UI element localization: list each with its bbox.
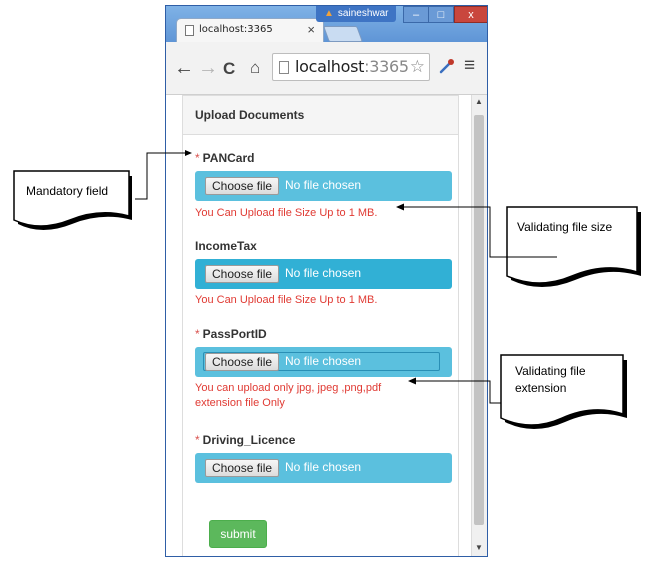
callout-shape xyxy=(13,170,132,230)
minimize-button[interactable]: – xyxy=(403,6,429,23)
incometax-error: You Can Upload file Size Up to 1 MB. xyxy=(195,294,378,306)
passport-error-line1: You can upload only jpg, jpeg ,png,pdf xyxy=(195,382,382,394)
title-bar: localhost:3365 × ▲ saineshwar – □ x xyxy=(166,6,487,42)
forward-arrow-icon[interactable]: → xyxy=(198,58,218,78)
choose-file-button[interactable]: Choose file xyxy=(205,177,280,195)
passport-label: * PassPortID xyxy=(195,327,267,341)
required-mark: * xyxy=(195,327,200,341)
eyedropper-icon[interactable] xyxy=(438,57,456,80)
menu-icon[interactable]: ≡ xyxy=(464,55,475,77)
extension-callout-line2: extension xyxy=(515,381,567,395)
passport-file-input[interactable]: Choose file No file chosen xyxy=(195,347,452,377)
reload-icon[interactable]: C xyxy=(223,59,235,79)
new-tab-button[interactable] xyxy=(323,26,363,42)
submit-button[interactable]: submit xyxy=(209,520,267,548)
pancard-file-input[interactable]: Choose file No file chosen xyxy=(195,171,452,201)
scroll-down-icon[interactable]: ▼ xyxy=(475,543,483,552)
file-size-callout: Validating file size xyxy=(505,204,645,294)
no-file-text: No file chosen xyxy=(285,460,362,474)
required-mark: * xyxy=(195,433,200,447)
tab-close-icon[interactable]: × xyxy=(307,22,315,37)
scroll-thumb[interactable] xyxy=(474,115,484,525)
extension-callout-line1: Validating file xyxy=(515,364,586,378)
browser-window: localhost:3365 × ▲ saineshwar – □ x ← → C… xyxy=(165,5,488,557)
address-bar[interactable]: localhost:3365 ☆ xyxy=(272,53,430,81)
pancard-error: You Can Upload file Size Up to 1 MB. xyxy=(195,207,378,219)
callout-shape xyxy=(506,206,641,287)
page-icon xyxy=(279,61,289,74)
tab-title: localhost:3365 xyxy=(199,24,273,35)
user-name: saineshwar xyxy=(337,8,389,19)
file-size-callout-text: Validating file size xyxy=(517,220,613,234)
no-file-text: No file chosen xyxy=(285,354,362,368)
incometax-label: IncomeTax xyxy=(195,239,257,253)
home-icon[interactable]: ⌂ xyxy=(250,58,260,78)
url-port: :3365 xyxy=(364,57,409,76)
scroll-up-icon[interactable]: ▲ xyxy=(475,97,483,106)
no-file-text: No file chosen xyxy=(285,266,362,280)
passport-label-text: PassPortID xyxy=(202,327,267,341)
pancard-label: * PANCard xyxy=(195,151,254,165)
driving-licence-file-input[interactable]: Choose file No file chosen xyxy=(195,453,452,483)
url-text: localhost:3365 xyxy=(295,57,409,76)
no-file-text: No file chosen xyxy=(285,178,362,192)
extension-callout: Validating file extension xyxy=(499,352,631,434)
panel-heading: Upload Documents xyxy=(183,95,458,135)
choose-file-button[interactable]: Choose file xyxy=(205,459,280,477)
incometax-file-input[interactable]: Choose file No file chosen xyxy=(195,259,452,289)
maximize-button[interactable]: □ xyxy=(428,6,454,23)
mandatory-callout-text: Mandatory field xyxy=(26,184,109,198)
choose-file-button[interactable]: Choose file xyxy=(205,265,280,283)
bookmark-star-icon[interactable]: ☆ xyxy=(410,57,425,77)
driving-licence-label: * Driving_Licence xyxy=(195,433,295,447)
close-button[interactable]: x xyxy=(454,6,487,23)
user-badge[interactable]: ▲ saineshwar xyxy=(316,6,396,22)
page-viewport: Upload Documents * PANCard Choose file No… xyxy=(166,95,487,556)
passport-error-line2: extension file Only xyxy=(195,397,285,409)
driving-licence-label-text: Driving_Licence xyxy=(202,433,296,447)
warning-icon: ▲ xyxy=(324,8,334,19)
pancard-label-text: PANCard xyxy=(202,151,255,165)
page-icon xyxy=(185,25,194,36)
vertical-scrollbar[interactable]: ▲ ▼ xyxy=(471,95,487,556)
required-mark: * xyxy=(195,151,200,165)
browser-toolbar: ← → C ⌂ localhost:3365 ☆ ≡ xyxy=(166,42,487,95)
back-arrow-icon[interactable]: ← xyxy=(174,58,194,78)
choose-file-button[interactable]: Choose file xyxy=(205,353,280,371)
browser-tab[interactable]: localhost:3365 × xyxy=(176,18,324,42)
url-host: localhost xyxy=(295,57,365,76)
mandatory-callout: Mandatory field xyxy=(12,168,137,238)
upload-panel: Upload Documents * PANCard Choose file No… xyxy=(182,95,459,556)
